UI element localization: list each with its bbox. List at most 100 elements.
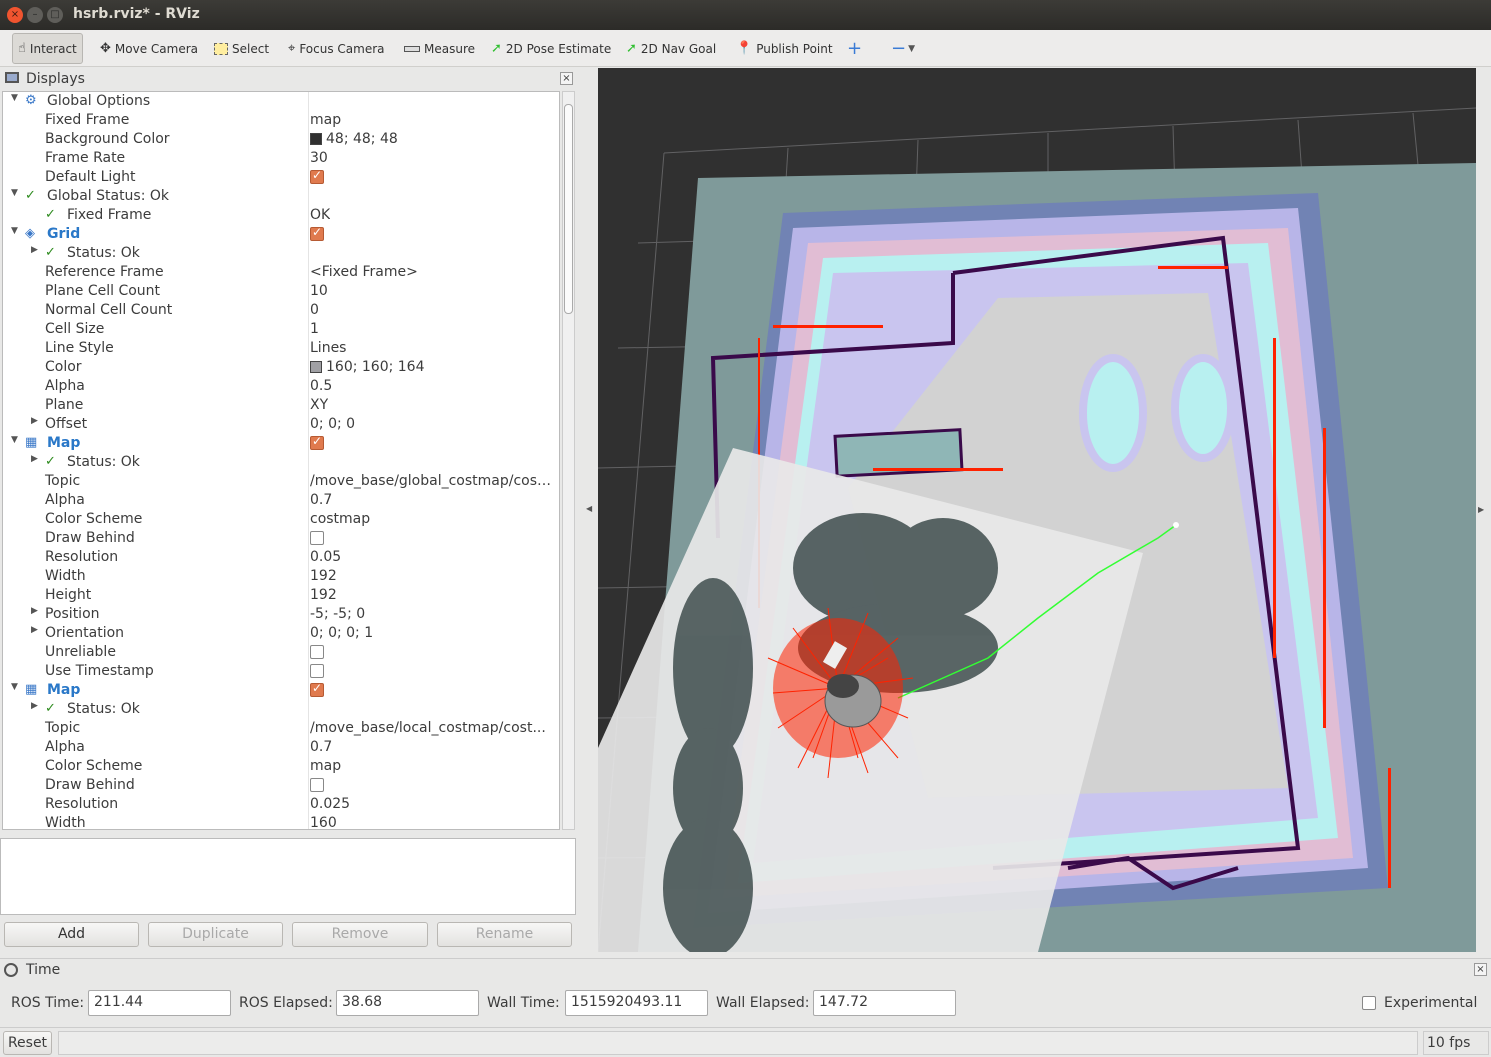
tool-move-camera[interactable]: ✥ Move Camera	[100, 33, 198, 64]
rename-display-button[interactable]: Rename	[437, 922, 572, 947]
enable-checkbox[interactable]	[310, 664, 324, 678]
expand-down-icon[interactable]: ▼	[11, 682, 18, 692]
expand-right-icon[interactable]: ▶	[31, 245, 38, 255]
ros-time-field[interactable]: 211.44	[88, 990, 231, 1016]
property-value[interactable]: 48; 48; 48	[310, 131, 398, 147]
scrollbar-thumb[interactable]	[564, 104, 573, 314]
property-value[interactable]: 30	[310, 150, 328, 166]
enable-checkbox[interactable]	[310, 682, 324, 697]
property-row[interactable]: Color Scheme map	[3, 757, 559, 776]
expand-down-icon[interactable]: ▼	[11, 435, 18, 445]
property-row[interactable]: Width 192	[3, 567, 559, 586]
property-row[interactable]: Reference Frame <Fixed Frame>	[3, 263, 559, 282]
wall-elapsed-field[interactable]: 147.72	[813, 990, 956, 1016]
property-value[interactable]	[310, 777, 324, 793]
property-row[interactable]: Alpha 0.7	[3, 491, 559, 510]
add-display-button[interactable]: Add	[4, 922, 139, 947]
property-row[interactable]: Alpha 0.5	[3, 377, 559, 396]
property-row[interactable]: Alpha 0.7	[3, 738, 559, 757]
property-value[interactable]: 192	[310, 568, 337, 584]
tool-publish-point[interactable]: 📍 Publish Point	[736, 33, 833, 64]
experimental-checkbox[interactable]	[1362, 996, 1376, 1010]
expand-down-icon[interactable]: ▼	[11, 226, 18, 236]
property-row[interactable]: ✓ Fixed Frame OK	[3, 206, 559, 225]
property-row[interactable]: Plane Cell Count 10	[3, 282, 559, 301]
ros-elapsed-field[interactable]: 38.68	[336, 990, 479, 1016]
property-row[interactable]: Height 192	[3, 586, 559, 605]
property-value[interactable]	[310, 435, 324, 451]
chevron-right-icon[interactable]: ▶	[1478, 505, 1484, 514]
property-value[interactable]: 0.5	[310, 378, 332, 394]
scene-3d[interactable]	[598, 68, 1476, 952]
maximize-window-button[interactable]: □	[47, 7, 63, 23]
property-row[interactable]: Unreliable	[3, 643, 559, 662]
property-row[interactable]: ▶ ✓ Status: Ok	[3, 244, 559, 263]
property-row[interactable]: Use Timestamp	[3, 662, 559, 681]
property-row[interactable]: ▶ Position -5; -5; 0	[3, 605, 559, 624]
property-row[interactable]: ▶ ✓ Status: Ok	[3, 700, 559, 719]
property-value[interactable]	[310, 530, 324, 546]
tool-2d-nav-goal[interactable]: ➚ 2D Nav Goal	[626, 33, 716, 64]
property-row[interactable]: Normal Cell Count 0	[3, 301, 559, 320]
property-row[interactable]: ▼ ⚙ Global Options	[3, 92, 559, 111]
property-row[interactable]: ▶ Orientation 0; 0; 0; 1	[3, 624, 559, 643]
reset-button[interactable]: Reset	[3, 1031, 52, 1055]
property-row[interactable]: Width 160	[3, 814, 559, 829]
tool-interact[interactable]: ☝ Interact	[12, 33, 83, 64]
property-row[interactable]: Fixed Frame map	[3, 111, 559, 130]
property-value[interactable]: <Fixed Frame>	[310, 264, 418, 280]
color-swatch[interactable]	[310, 133, 322, 145]
property-value[interactable]: map	[310, 758, 341, 774]
enable-checkbox[interactable]	[310, 645, 324, 659]
property-value[interactable]: 1	[310, 321, 319, 337]
duplicate-display-button[interactable]: Duplicate	[148, 922, 283, 947]
property-value[interactable]	[310, 226, 324, 242]
property-row[interactable]: Resolution 0.05	[3, 548, 559, 567]
remove-display-button[interactable]: Remove	[292, 922, 428, 947]
property-value[interactable]: 160; 160; 164	[310, 359, 425, 375]
property-value[interactable]: XY	[310, 397, 328, 413]
property-value[interactable]: costmap	[310, 511, 370, 527]
property-row[interactable]: ▶ ✓ Status: Ok	[3, 453, 559, 472]
render-viewport[interactable]	[598, 68, 1476, 952]
property-row[interactable]: ▼ ▦ Map	[3, 681, 559, 700]
tool-focus-camera[interactable]: ⌖ Focus Camera	[288, 33, 385, 64]
property-value[interactable]: 0.7	[310, 739, 332, 755]
enable-checkbox[interactable]	[310, 169, 324, 184]
property-row[interactable]: Default Light	[3, 168, 559, 187]
color-swatch[interactable]	[310, 361, 322, 373]
property-row[interactable]: Frame Rate 30	[3, 149, 559, 168]
panel-splitter[interactable]: ◀	[580, 68, 597, 953]
property-value[interactable]	[310, 644, 324, 660]
add-tool-button[interactable]: +	[847, 33, 862, 64]
property-value[interactable]: 0	[310, 302, 319, 318]
property-value[interactable]	[310, 682, 324, 698]
property-row[interactable]: Topic/move_base/local_costmap/cost...	[3, 719, 559, 738]
property-value[interactable]: Lines	[310, 340, 346, 356]
close-window-button[interactable]: ×	[7, 7, 23, 23]
property-value[interactable]: 0; 0; 0; 1	[310, 625, 373, 641]
enable-checkbox[interactable]	[310, 226, 324, 241]
property-row[interactable]: Draw Behind	[3, 776, 559, 795]
property-value[interactable]	[310, 169, 324, 185]
enable-checkbox[interactable]	[310, 778, 324, 792]
expand-down-icon[interactable]: ▼	[11, 188, 18, 198]
property-value[interactable]: 0.7	[310, 492, 332, 508]
minimize-window-button[interactable]: –	[27, 7, 43, 23]
property-row[interactable]: ▼ ✓ Global Status: Ok	[3, 187, 559, 206]
close-time-panel-button[interactable]: ×	[1474, 963, 1487, 976]
property-row[interactable]: ▼ ◈ Grid	[3, 225, 559, 244]
tool-select[interactable]: Select	[214, 33, 269, 64]
property-value[interactable]: 0.05	[310, 549, 341, 565]
expand-right-icon[interactable]: ▶	[31, 625, 38, 635]
expand-right-icon[interactable]: ▶	[31, 416, 38, 426]
expand-down-icon[interactable]: ▼	[11, 93, 18, 103]
property-row[interactable]: Draw Behind	[3, 529, 559, 548]
property-value[interactable]	[310, 663, 324, 679]
property-row[interactable]: ▶ Offset 0; 0; 0	[3, 415, 559, 434]
property-row[interactable]: Color Scheme costmap	[3, 510, 559, 529]
property-row[interactable]: Resolution 0.025	[3, 795, 559, 814]
property-value[interactable]: /move_base/local_costmap/cost...	[310, 720, 546, 736]
property-row[interactable]: Color 160; 160; 164	[3, 358, 559, 377]
displays-scrollbar[interactable]	[562, 91, 575, 830]
